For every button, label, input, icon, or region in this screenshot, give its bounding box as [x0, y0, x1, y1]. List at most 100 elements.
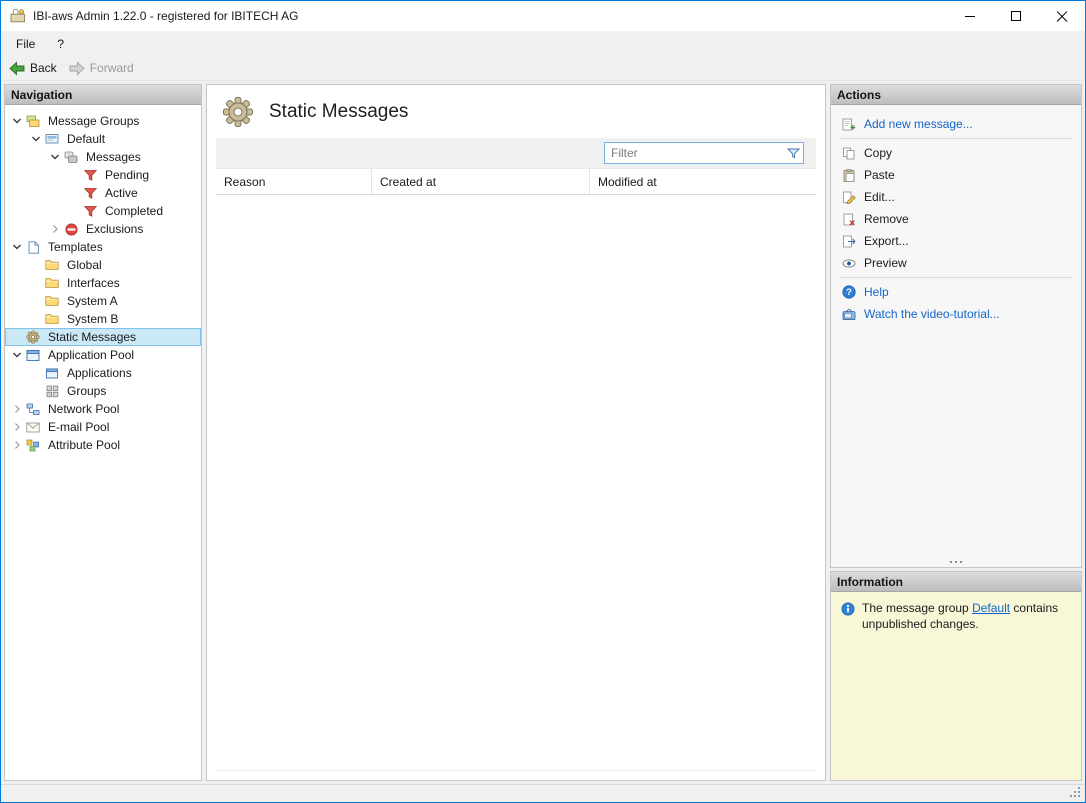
- maximize-button[interactable]: [993, 1, 1039, 31]
- action-label: Preview: [864, 256, 907, 270]
- filter-box: [604, 142, 804, 164]
- tree-item-label: Messages: [83, 149, 144, 165]
- filter-input[interactable]: [605, 143, 783, 163]
- tree-item-label: Interfaces: [64, 275, 123, 291]
- resize-grip[interactable]: [1078, 795, 1080, 797]
- tree-item-attribute-pool[interactable]: Attribute Pool: [5, 436, 201, 454]
- column-header-modified-at[interactable]: Modified at: [590, 169, 816, 194]
- application-pool-icon: [25, 348, 41, 362]
- action-edit[interactable]: Edit...: [831, 186, 1081, 208]
- chevron-placeholder: [66, 204, 82, 218]
- tree-item-interfaces[interactable]: Interfaces: [5, 274, 201, 292]
- toolbar: Back Forward: [1, 56, 1085, 81]
- tree-item-active[interactable]: Active: [5, 184, 201, 202]
- menu-help[interactable]: ?: [46, 31, 75, 56]
- tree-item-system-b[interactable]: System B: [5, 310, 201, 328]
- action-watch-video-tutorial[interactable]: Watch the video-tutorial...: [831, 303, 1081, 325]
- forward-label: Forward: [90, 61, 134, 75]
- default-group-link[interactable]: Default: [972, 601, 1010, 615]
- forward-arrow-icon: [69, 61, 85, 76]
- minimize-button[interactable]: [947, 1, 993, 31]
- tree-item-label: System A: [64, 293, 121, 309]
- tree-item-network-pool[interactable]: Network Pool: [5, 400, 201, 418]
- tree-item-applications[interactable]: Applications: [5, 364, 201, 382]
- column-header-created-at[interactable]: Created at: [372, 169, 590, 194]
- chevron-expanded-icon[interactable]: [9, 240, 25, 254]
- video-icon: [841, 308, 856, 321]
- message-groups-icon: [25, 114, 41, 128]
- tree-item-completed[interactable]: Completed: [5, 202, 201, 220]
- information-header: Information: [831, 572, 1081, 592]
- status-bar: [1, 784, 1085, 802]
- tree-item-templates[interactable]: Templates: [5, 238, 201, 256]
- back-button[interactable]: Back: [9, 61, 57, 76]
- forward-button[interactable]: Forward: [69, 61, 134, 76]
- action-label: Remove: [864, 212, 909, 226]
- information-panel: Information The message group Default co…: [830, 571, 1082, 781]
- tree-item-global[interactable]: Global: [5, 256, 201, 274]
- tree-item-default[interactable]: Default: [5, 130, 201, 148]
- tree-item-label: Groups: [64, 383, 109, 399]
- chevron-placeholder: [9, 330, 25, 344]
- filter-funnel-icon[interactable]: [783, 147, 803, 160]
- tree-item-static-messages[interactable]: Static Messages: [5, 328, 201, 346]
- action-add-new-message[interactable]: Add new message...: [831, 113, 1081, 135]
- column-header-reason[interactable]: Reason: [216, 169, 372, 194]
- tree-item-label: Completed: [102, 203, 166, 219]
- remove-icon: [841, 213, 856, 226]
- tree-item-exclusions[interactable]: Exclusions: [5, 220, 201, 238]
- table-body-empty[interactable]: [216, 195, 816, 770]
- chevron-collapsed-icon[interactable]: [9, 438, 25, 452]
- folder-icon: [44, 276, 60, 290]
- chevron-expanded-icon[interactable]: [9, 114, 25, 128]
- preview-icon: [841, 257, 856, 270]
- action-export[interactable]: Export...: [831, 230, 1081, 252]
- tree-item-groups[interactable]: Groups: [5, 382, 201, 400]
- tree-item-pending[interactable]: Pending: [5, 166, 201, 184]
- exclusions-icon: [63, 222, 79, 236]
- close-icon: [1056, 10, 1068, 22]
- close-button[interactable]: [1039, 1, 1085, 31]
- folder-icon: [44, 294, 60, 308]
- tree-item-system-a[interactable]: System A: [5, 292, 201, 310]
- tree-item-label: Applications: [64, 365, 135, 381]
- back-label: Back: [30, 61, 57, 75]
- tree-item-message-groups[interactable]: Message Groups: [5, 112, 201, 130]
- templates-icon: [25, 240, 41, 254]
- add-message-icon: [841, 118, 856, 131]
- chevron-collapsed-icon[interactable]: [9, 420, 25, 434]
- messages-icon: [63, 150, 79, 164]
- filter-completed-icon: [82, 204, 98, 218]
- title-bar[interactable]: IBI-aws Admin 1.22.0 - registered for IB…: [1, 1, 1085, 31]
- action-label: Add new message...: [864, 117, 973, 131]
- chevron-expanded-icon[interactable]: [47, 150, 63, 164]
- action-paste[interactable]: Paste: [831, 164, 1081, 186]
- chevron-placeholder: [28, 276, 44, 290]
- navigation-header: Navigation: [5, 85, 201, 105]
- tree-item-label: Pending: [102, 167, 152, 183]
- action-help[interactable]: ? Help: [831, 281, 1081, 303]
- action-remove[interactable]: Remove: [831, 208, 1081, 230]
- minimize-icon: [965, 16, 975, 17]
- information-message: The message group Default contains unpub…: [862, 601, 1071, 632]
- table-header-row: Reason Created at Modified at: [216, 168, 816, 195]
- chevron-placeholder: [28, 366, 44, 380]
- action-preview[interactable]: Preview: [831, 252, 1081, 274]
- action-label: Copy: [864, 146, 892, 160]
- tree-item-label: Network Pool: [45, 401, 122, 417]
- menu-file[interactable]: File: [5, 31, 46, 56]
- chevron-expanded-icon[interactable]: [28, 132, 44, 146]
- chevron-collapsed-icon[interactable]: [47, 222, 63, 236]
- tree-item-email-pool[interactable]: E-mail Pool: [5, 418, 201, 436]
- groups-icon: [44, 384, 60, 398]
- navigation-tree: Message Groups Default Messages Pending: [5, 105, 201, 780]
- panel-splitter[interactable]: [831, 556, 1081, 567]
- chevron-collapsed-icon[interactable]: [9, 402, 25, 416]
- tree-item-application-pool[interactable]: Application Pool: [5, 346, 201, 364]
- tree-item-messages[interactable]: Messages: [5, 148, 201, 166]
- chevron-expanded-icon[interactable]: [9, 348, 25, 362]
- email-pool-icon: [25, 420, 41, 434]
- back-arrow-icon: [9, 61, 25, 76]
- action-copy[interactable]: Copy: [831, 142, 1081, 164]
- filter-active-icon: [82, 186, 98, 200]
